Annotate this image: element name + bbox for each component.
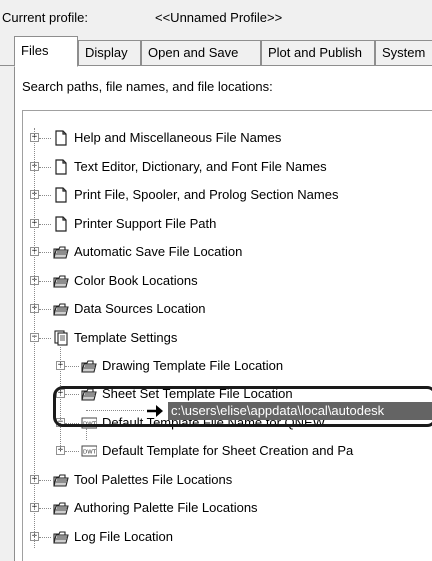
tree-item-label: Tool Palettes File Locations: [74, 472, 233, 487]
tree-item-label: Authoring Palette File Locations: [74, 500, 258, 515]
profile-row: Current profile: <<Unnamed Profile>>: [0, 10, 432, 28]
tree-connector: [39, 309, 51, 310]
svg-text:DWT: DWT: [83, 450, 97, 456]
tree-connector: [39, 508, 51, 509]
tree-item-label: Drawing Template File Location: [102, 358, 284, 373]
tree-spine-value: [86, 428, 87, 440]
template-settings-icon: [53, 330, 68, 346]
folder-stack-icon: [53, 273, 69, 289]
tree-item-label: Help and Miscellaneous File Names: [74, 130, 282, 145]
tree-item-label: Print File, Spooler, and Prolog Section …: [74, 187, 339, 202]
tree-item-label: Data Sources Location: [74, 301, 206, 316]
tree-connector: [39, 480, 51, 481]
folder-stack-icon: [53, 500, 69, 516]
tree-item-label: Automatic Save File Location: [74, 244, 243, 259]
highlight-frame: [53, 386, 432, 427]
options-dialog: Current profile: <<Unnamed Profile>> Fil…: [0, 0, 432, 561]
tab-files-label: Files: [21, 43, 49, 58]
folder-stack-icon: [53, 244, 69, 260]
tree-connector: [65, 366, 79, 367]
tab-plot-and-publish-label: Plot and Publish: [268, 45, 362, 60]
dwt-file-icon: DWT: [81, 443, 98, 459]
tab-display[interactable]: Display: [78, 40, 141, 65]
folder-stack-icon: [81, 358, 97, 374]
tree-connector: [39, 338, 51, 339]
tree-item-label: Color Book Locations: [74, 273, 198, 288]
tree-connector: [39, 195, 51, 196]
tree-connector: [39, 224, 51, 225]
document-icon: [53, 187, 67, 203]
profile-name: <<Unnamed Profile>>: [155, 10, 283, 25]
tree-item-label: Log File Location: [74, 529, 174, 544]
tree-item-label: Printer Support File Path: [74, 216, 217, 231]
tree-connector: [39, 537, 51, 538]
tree-item-label: Text Editor, Dictionary, and Font File N…: [74, 159, 327, 174]
tab-display-label: Display: [85, 45, 128, 60]
current-profile-label: Current profile:: [2, 10, 88, 25]
tab-system[interactable]: System: [375, 40, 432, 65]
tab-system-label: System: [382, 45, 426, 60]
tree-connector: [39, 281, 51, 282]
tab-files[interactable]: Files: [14, 36, 78, 67]
tab-open-and-save[interactable]: Open and Save: [141, 40, 261, 65]
search-paths-caption: Search paths, file names, and file locat…: [22, 79, 273, 94]
tree-connector: [39, 167, 51, 168]
tree-item-label: Template Settings: [74, 330, 178, 345]
tab-plot-and-publish[interactable]: Plot and Publish: [261, 40, 375, 65]
folder-stack-icon: [53, 301, 69, 317]
tree-item-label: Default Template for Sheet Creation and …: [102, 443, 354, 458]
folder-stack-icon: [53, 529, 69, 545]
folder-stack-icon: [53, 472, 69, 488]
document-icon: [53, 130, 67, 146]
document-icon: [53, 216, 67, 232]
tree-spine: [34, 128, 35, 548]
tree-connector: [39, 138, 51, 139]
tree-connector: [39, 252, 51, 253]
tree-connector: [65, 451, 79, 452]
document-icon: [53, 159, 67, 175]
tab-open-and-save-label: Open and Save: [148, 45, 239, 60]
